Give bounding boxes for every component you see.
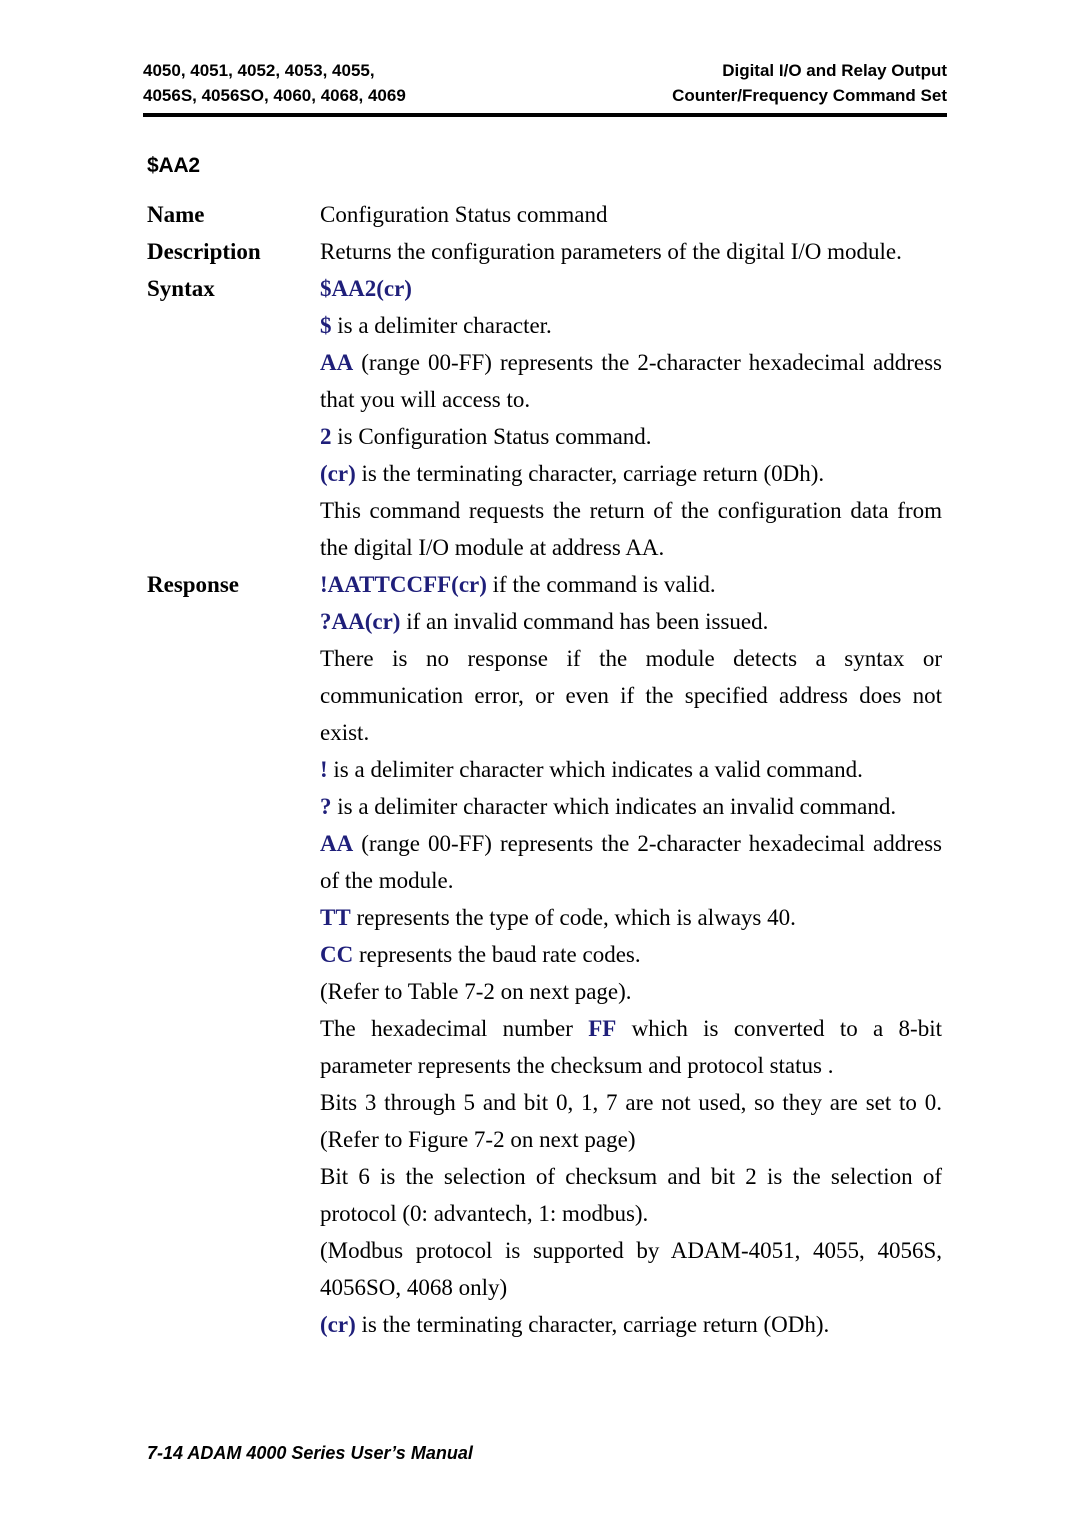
- response-code-valid: !AATTCCFF(cr): [320, 572, 487, 597]
- syntax-line-two: 2 is Configuration Status command.: [320, 418, 942, 455]
- syntax-note: This command requests the return of the …: [320, 498, 942, 560]
- response-text-question: is a delimiter character which indicates…: [331, 794, 897, 819]
- response-text-invalid: if an invalid command has been issued.: [400, 609, 769, 634]
- response-refer-table: (Refer to Table 7-2 on next page).: [320, 979, 632, 1004]
- row-name: Name Configuration Status command: [147, 196, 942, 233]
- syntax-command-line: $AA2(cr): [320, 270, 942, 307]
- response-ff-paragraph: The hexadecimal number FF which is conve…: [320, 1010, 942, 1084]
- syntax-text-aa: (range 00-FF) represents the 2-character…: [320, 350, 942, 412]
- response-text-bang: is a delimiter character which indicates…: [327, 757, 863, 782]
- row-syntax: Syntax $AA2(cr) $ is a delimiter charact…: [147, 270, 942, 566]
- syntax-text-dollar: is a delimiter character.: [331, 313, 552, 338]
- response-text-terminator: is the terminating character, carriage r…: [355, 1312, 830, 1337]
- command-title: $AA2: [147, 154, 200, 177]
- response-bit-selection: Bit 6 is the selection of checksum and b…: [320, 1164, 942, 1226]
- response-modbus-note: (Modbus protocol is supported by ADAM-40…: [320, 1238, 942, 1300]
- syntax-line-aa: AA (range 00-FF) represents the 2-charac…: [320, 344, 942, 418]
- header-model-numbers: 4050, 4051, 4052, 4053, 4055, 4056S, 405…: [143, 61, 406, 105]
- syntax-code-aa: AA: [320, 350, 354, 375]
- row-description: Description Returns the configuration pa…: [147, 233, 942, 270]
- content-name: Configuration Status command: [320, 196, 942, 233]
- syntax-code-cr: (cr): [320, 461, 356, 486]
- response-line-question: ? is a delimiter character which indicat…: [320, 788, 942, 825]
- response-valid-line: !AATTCCFF(cr) if the command is valid.: [320, 566, 942, 603]
- response-code-tt: TT: [320, 905, 351, 930]
- response-line-tt: TT represents the type of code, which is…: [320, 899, 942, 936]
- response-code-cc: CC: [320, 942, 354, 967]
- label-name: Name: [147, 202, 205, 227]
- response-code-question: ?: [320, 794, 332, 819]
- response-line-bang: ! is a delimiter character which indicat…: [320, 751, 942, 788]
- syntax-line-dollar: $ is a delimiter character.: [320, 307, 942, 344]
- name-value: Configuration Status command: [320, 202, 608, 227]
- label-response: Response: [147, 572, 240, 597]
- command-definition-body: Name Configuration Status command Descri…: [147, 196, 942, 1343]
- response-text-valid: if the command is valid.: [486, 572, 716, 597]
- header-section-title: Digital I/O and Relay Output Counter/Fre…: [672, 61, 947, 105]
- response-code-invalid: ?AA(cr): [320, 609, 401, 634]
- response-code-bang: !: [320, 757, 328, 782]
- response-no-response-note: There is no response if the module detec…: [320, 646, 942, 745]
- response-text-cc: represents the baud rate codes.: [353, 942, 641, 967]
- response-code-aa: AA: [320, 831, 354, 856]
- response-bits-unused: Bits 3 through 5 and bit 0, 1, 7 are not…: [320, 1090, 942, 1152]
- label-description: Description: [147, 239, 261, 264]
- syntax-code-two: 2: [320, 424, 332, 449]
- syntax-text-cr: is the terminating character, carriage r…: [355, 461, 825, 486]
- syntax-text-two: is Configuration Status command.: [331, 424, 652, 449]
- syntax-command-code: $AA2(cr): [320, 276, 412, 301]
- response-code-ff: FF: [588, 1016, 617, 1041]
- row-response: Response !AATTCCFF(cr) if the command is…: [147, 566, 942, 1343]
- header-divider-rule: [143, 113, 947, 117]
- document-page: 4050, 4051, 4052, 4053, 4055, 4056S, 405…: [0, 0, 1080, 1534]
- response-line-aa: AA (range 00-FF) represents the 2-charac…: [320, 825, 942, 899]
- response-terminator-line: (cr) is the terminating character, carri…: [320, 1306, 942, 1343]
- page-footer: 7-14 ADAM 4000 Series User’s Manual: [147, 1443, 473, 1463]
- response-ff-prefix: The hexadecimal number: [320, 1016, 589, 1041]
- response-text-aa: (range 00-FF) represents the 2-character…: [320, 831, 942, 893]
- response-code-terminator: (cr): [320, 1312, 356, 1337]
- content-syntax: $AA2(cr) $ is a delimiter character. AA …: [320, 270, 942, 566]
- syntax-code-dollar: $: [320, 313, 332, 338]
- response-line-cc: CC represents the baud rate codes.: [320, 936, 942, 973]
- syntax-line-cr: (cr) is the terminating character, carri…: [320, 455, 942, 492]
- content-response: !AATTCCFF(cr) if the command is valid. ?…: [320, 566, 942, 1343]
- response-text-tt: represents the type of code, which is al…: [350, 905, 796, 930]
- response-invalid-line: ?AA(cr) if an invalid command has been i…: [320, 603, 942, 640]
- description-value: Returns the configuration parameters of …: [320, 239, 902, 264]
- content-description: Returns the configuration parameters of …: [320, 233, 942, 270]
- label-syntax: Syntax: [147, 276, 215, 301]
- page-header: 4050, 4051, 4052, 4053, 4055, 4056S, 405…: [143, 58, 947, 108]
